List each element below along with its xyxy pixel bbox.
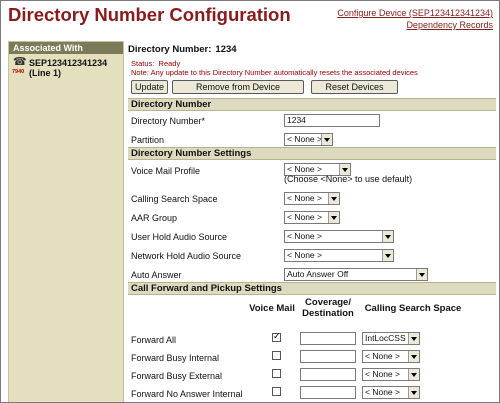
- forward-busy-external-destination-input[interactable]: [300, 368, 356, 381]
- reset-note: Note: Any update to this Directory Numbe…: [131, 68, 418, 77]
- call-forward-section: Call Forward and Pickup Settings: [128, 282, 496, 295]
- chevron-down-icon: [321, 134, 332, 145]
- network-hold-audio-select[interactable]: < None >: [284, 249, 394, 262]
- phone-icon: ☎ 7940: [12, 56, 27, 76]
- chevron-down-icon: [328, 212, 339, 223]
- calling-search-space-select[interactable]: < None >: [284, 192, 340, 205]
- status-block: Status: Ready Note: Any update to this D…: [131, 59, 418, 77]
- top-links: Configure Device (SEP123412341234) Depen…: [337, 7, 493, 31]
- calling-search-space-row: Calling Search Space < None >: [128, 189, 496, 208]
- voicemail-hint: (Choose <None> to use default): [284, 174, 413, 184]
- chevron-down-icon: [408, 351, 419, 362]
- chevron-down-icon: [408, 333, 419, 344]
- configure-device-link[interactable]: Configure Device (SEP123412341234): [337, 7, 493, 19]
- phone-model-label: 7940: [12, 69, 25, 75]
- auto-answer-select[interactable]: Auto Answer Off: [284, 268, 428, 281]
- directory-number-section: Directory Number: [128, 98, 496, 111]
- partition-row: Partition < None >: [128, 130, 496, 147]
- coverage-column-header: Coverage/ Destination: [302, 297, 354, 319]
- dn-field-row: Directory Number* 1234: [128, 111, 496, 130]
- call-forward-column-headers: Voice Mail Coverage/ Destination Calling…: [128, 295, 496, 329]
- button-row: Update Remove from Device Reset Devices: [131, 80, 496, 98]
- forward-busy-internal-destination-input[interactable]: [300, 350, 356, 363]
- voicemail-column-header: Voice Mail: [249, 303, 295, 314]
- css-column-header: Calling Search Space: [364, 303, 462, 314]
- associated-with-panel: Associated With ☎ 7940 SEP123412341234 (…: [8, 41, 124, 402]
- forward-busy-internal-voicemail-checkbox[interactable]: [272, 351, 281, 360]
- user-hold-audio-row: User Hold Audio Source < None >: [128, 227, 496, 246]
- forward-no-answer-internal-voicemail-checkbox[interactable]: [272, 387, 281, 396]
- associated-with-heading: Associated With: [9, 42, 123, 54]
- auto-answer-row: Auto Answer Auto Answer Off: [128, 265, 496, 282]
- forward-no-answer-internal-destination-input[interactable]: [300, 386, 356, 399]
- chevron-down-icon: [408, 369, 419, 380]
- remove-from-device-button[interactable]: Remove from Device: [172, 80, 304, 94]
- associated-device-name: SEP123412341234 (Line 1): [29, 58, 108, 78]
- forward-busy-internal-row: Forward Busy Internal < None >: [128, 347, 496, 365]
- page-title: Directory Number Configuration: [8, 4, 291, 25]
- aar-group-row: AAR Group < None >: [128, 208, 496, 227]
- aar-group-select[interactable]: < None >: [284, 211, 340, 224]
- dependency-records-link[interactable]: Dependency Records: [337, 19, 493, 31]
- dn-heading: Directory Number: 1234: [128, 44, 237, 55]
- reset-devices-button[interactable]: Reset Devices: [311, 80, 398, 94]
- main-content: Directory Number: 1234 Status: Ready Note…: [128, 41, 496, 401]
- user-hold-audio-select[interactable]: < None >: [284, 230, 394, 243]
- chevron-down-icon: [416, 269, 427, 280]
- forward-busy-internal-css-select[interactable]: < None >: [362, 350, 420, 363]
- forward-all-css-select[interactable]: IntLocCSS: [362, 332, 420, 345]
- forward-busy-external-row: Forward Busy External < None >: [128, 365, 496, 383]
- forward-all-voicemail-checkbox[interactable]: [272, 331, 281, 342]
- directory-number-input[interactable]: 1234: [284, 114, 380, 127]
- forward-busy-external-css-select[interactable]: < None >: [362, 368, 420, 381]
- associated-device-link[interactable]: ☎ 7940 SEP123412341234 (Line 1): [12, 56, 123, 82]
- forward-all-destination-input[interactable]: [300, 332, 356, 345]
- forward-no-answer-internal-row: Forward No Answer Internal < None >: [128, 383, 496, 401]
- page-frame: Directory Number Configuration Configure…: [0, 0, 500, 403]
- forward-all-row: Forward All IntLocCSS: [128, 329, 496, 347]
- partition-select[interactable]: < None >: [284, 133, 333, 146]
- dn-settings-section: Directory Number Settings: [128, 147, 496, 160]
- chevron-down-icon: [328, 193, 339, 204]
- chevron-down-icon: [382, 231, 393, 242]
- forward-busy-external-voicemail-checkbox[interactable]: [272, 369, 281, 378]
- chevron-down-icon: [408, 387, 419, 398]
- network-hold-audio-row: Network Hold Audio Source < None >: [128, 246, 496, 265]
- forward-no-answer-internal-css-select[interactable]: < None >: [362, 386, 420, 399]
- chevron-down-icon: [382, 250, 393, 261]
- update-button[interactable]: Update: [131, 80, 168, 94]
- voicemail-profile-row: Voice Mail Profile < None > (Choose <Non…: [131, 163, 413, 184]
- status-value: Ready: [158, 59, 181, 68]
